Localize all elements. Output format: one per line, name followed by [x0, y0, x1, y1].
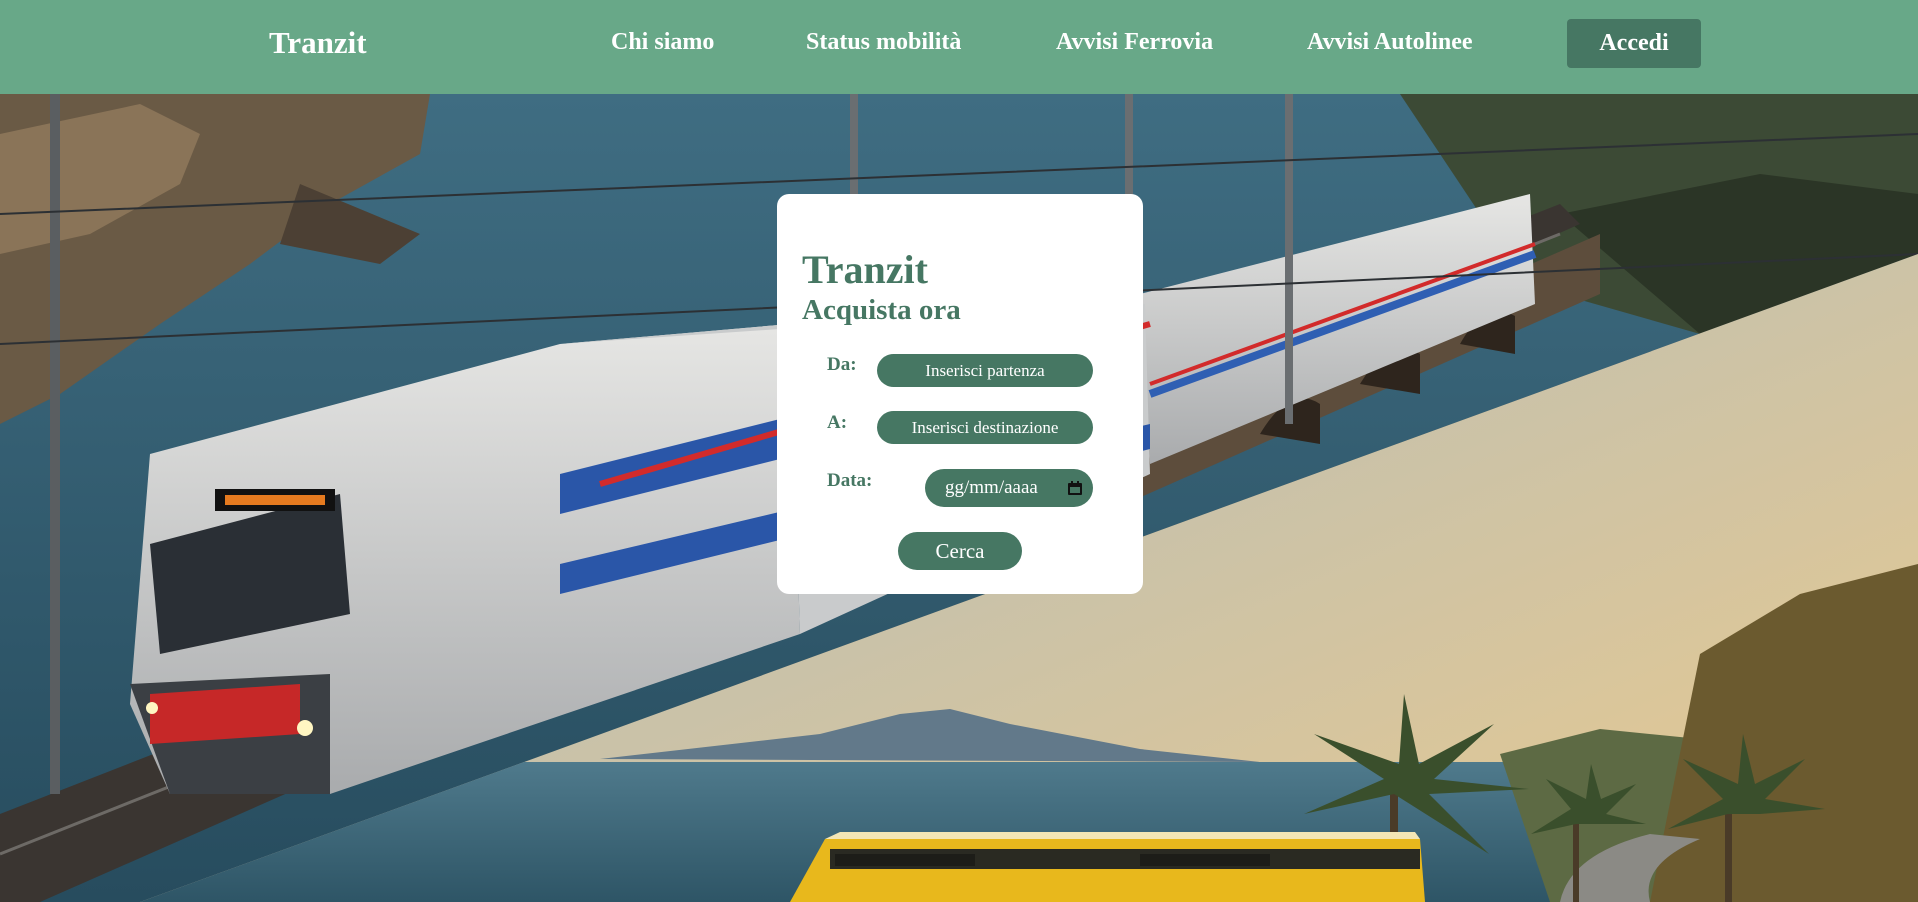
search-button[interactable]: Cerca [898, 532, 1022, 570]
nav-link-avvisi-autolinee[interactable]: Avvisi Autolinee [1307, 29, 1473, 56]
booking-title: Tranzit [802, 247, 928, 292]
from-label: Da: [827, 354, 857, 375]
nav-link-avvisi-ferrovia[interactable]: Avvisi Ferrovia [1056, 29, 1213, 56]
booking-subtitle: Acquista ora [802, 294, 961, 326]
top-navbar: Tranzit Chi siamo Status mobilità Avvisi… [0, 0, 1918, 94]
date-input[interactable]: gg/mm/aaaa [925, 469, 1093, 507]
to-label: A: [827, 412, 848, 433]
booking-card: Tranzit Acquista ora Da: Inserisci parte… [777, 194, 1143, 594]
date-input-placeholder: gg/mm/aaaa [945, 477, 1038, 498]
departure-input[interactable]: Inserisci partenza [877, 354, 1093, 387]
nav-link-status-mobilita[interactable]: Status mobilità [806, 29, 961, 56]
calendar-icon[interactable] [1067, 480, 1083, 496]
destination-input[interactable]: Inserisci destinazione [877, 411, 1093, 444]
date-label: Data: [827, 470, 873, 491]
brand-logo[interactable]: Tranzit [269, 25, 367, 61]
nav-link-chi-siamo[interactable]: Chi siamo [611, 29, 714, 56]
login-button[interactable]: Accedi [1567, 19, 1701, 68]
